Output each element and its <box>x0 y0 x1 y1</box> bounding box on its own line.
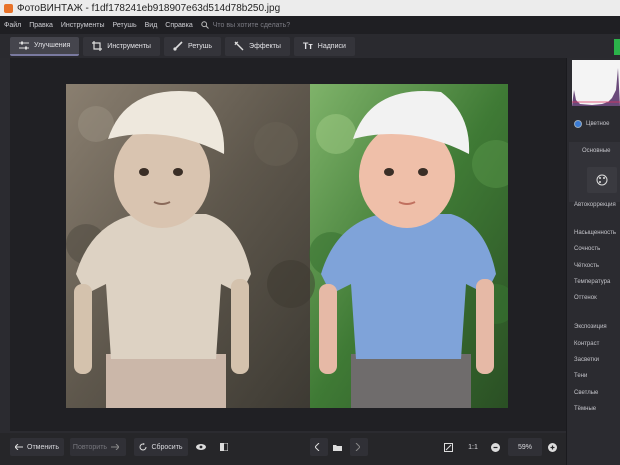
actual-size-label: 1:1 <box>468 443 478 451</box>
search-placeholder: Что вы хотите сделать? <box>212 21 291 29</box>
actual-size-button[interactable]: 1:1 <box>463 438 483 456</box>
menu-bar: Файл Правка Инструменты Ретушь Вид Справ… <box>0 16 620 34</box>
photo-before-after[interactable] <box>66 84 508 408</box>
folder-icon <box>332 444 342 451</box>
compare-button[interactable] <box>218 438 234 456</box>
app-logo-icon <box>4 3 13 13</box>
text-icon: Tт <box>302 41 313 51</box>
zoom-level[interactable]: 59% <box>508 438 542 456</box>
param-whites[interactable]: Светлые <box>574 390 598 396</box>
save-button[interactable] <box>614 39 620 55</box>
param-highlights[interactable]: Засветки <box>574 357 599 363</box>
tab-retouch[interactable]: Ретушь <box>163 36 222 56</box>
color-mode-label: Цветное <box>586 121 610 127</box>
redo-button[interactable]: Повторить <box>70 438 126 456</box>
search-icon <box>201 21 209 29</box>
tab-tools-label: Инструменты <box>107 42 151 50</box>
param-sharpness[interactable]: Чёткость <box>574 263 599 269</box>
reset-label: Сбросить <box>151 443 183 451</box>
color-mode-option[interactable]: Цветное <box>574 120 609 128</box>
param-vibrance[interactable]: Сочность <box>574 246 600 252</box>
fit-screen-icon <box>443 442 453 452</box>
brush-icon <box>173 41 183 51</box>
histogram <box>572 60 620 106</box>
menu-retouch[interactable]: Ретушь <box>109 22 141 29</box>
reset-button[interactable]: Сбросить <box>134 438 188 456</box>
chevron-right-icon <box>355 443 360 451</box>
param-shadows[interactable]: Тени <box>574 373 587 379</box>
tab-retouch-label: Ретушь <box>187 42 213 50</box>
redo-icon <box>111 444 120 450</box>
tab-effects-label: Эффекты <box>249 42 281 50</box>
title-bar: ФотоВИНТАЖ - f1df178241eb918907e63d514d7… <box>0 0 620 16</box>
param-blacks[interactable]: Тёмные <box>574 406 596 412</box>
sliders-icon <box>19 41 29 49</box>
radio-selected-icon <box>574 120 582 128</box>
preview-eye-button[interactable] <box>194 438 212 456</box>
search-field[interactable]: Что вы хотите сделать? <box>201 21 290 29</box>
menu-tools[interactable]: Инструменты <box>57 22 109 29</box>
redo-label: Повторить <box>72 443 108 451</box>
window-title: ФотоВИНТАЖ - f1df178241eb918907e63d514d7… <box>17 2 281 14</box>
param-contrast[interactable]: Контраст <box>574 341 599 347</box>
param-exposure[interactable]: Экспозиция <box>574 324 607 330</box>
undo-button[interactable]: Отменить <box>10 438 64 456</box>
tab-captions[interactable]: Tт Надписи <box>293 36 355 56</box>
fit-screen-button[interactable] <box>442 438 458 456</box>
menu-edit[interactable]: Правка <box>25 22 57 29</box>
zoom-value: 59% <box>517 443 532 451</box>
tab-captions-label: Надписи <box>317 42 346 50</box>
tab-effects[interactable]: Эффекты <box>225 36 290 56</box>
menu-help[interactable]: Справка <box>161 22 196 29</box>
zoom-in-icon <box>547 442 557 452</box>
palette-icon <box>596 174 608 186</box>
tab-enhancements-label: Улучшения <box>34 41 71 49</box>
zoom-out-icon <box>490 442 500 452</box>
next-photo-button[interactable] <box>350 438 368 456</box>
undo-label: Отменить <box>27 443 59 451</box>
reset-icon <box>139 443 147 451</box>
chevron-left-icon <box>314 443 319 451</box>
toolbar: Улучшения Инструменты Ретушь Эффекты Tт … <box>0 34 620 58</box>
magic-wand-icon <box>234 41 244 51</box>
undo-icon <box>15 444 23 450</box>
param-saturation[interactable]: Насыщенность <box>574 230 616 236</box>
param-tint[interactable]: Оттенок <box>574 295 597 301</box>
tab-tools[interactable]: Инструменты <box>83 36 160 56</box>
auto-correct-label: Автокоррекция <box>574 202 616 208</box>
zoom-in-button[interactable] <box>546 438 562 456</box>
section-title: Основные <box>582 148 611 154</box>
crop-icon <box>92 41 103 51</box>
compare-icon <box>220 443 228 451</box>
menu-view[interactable]: Вид <box>141 22 162 29</box>
eye-icon <box>196 444 206 450</box>
tab-enhancements[interactable]: Улучшения <box>10 36 80 56</box>
prev-photo-button[interactable] <box>310 438 328 456</box>
zoom-out-button[interactable] <box>489 438 505 456</box>
auto-correct-button[interactable] <box>587 167 617 193</box>
param-temperature[interactable]: Температура <box>574 279 610 285</box>
menu-file[interactable]: Файл <box>0 22 25 29</box>
open-folder-button[interactable] <box>330 438 348 456</box>
